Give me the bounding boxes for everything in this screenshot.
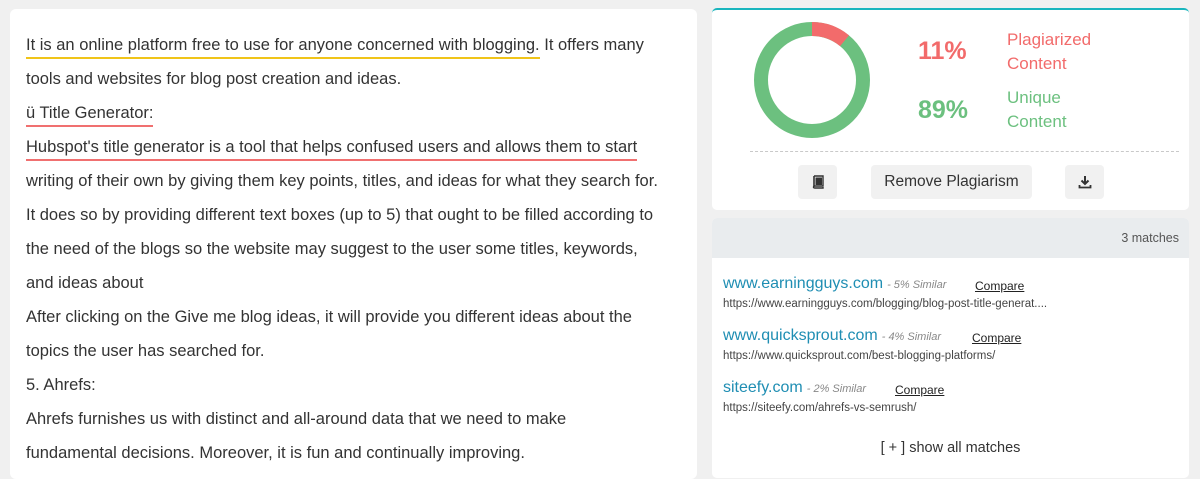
matches-count: 3 matches	[1121, 231, 1179, 245]
match-url[interactable]: https://www.quicksprout.com/best-bloggin…	[723, 350, 995, 362]
unique-label-line2: Content	[1007, 112, 1067, 131]
matches-panel: 3 matches www.earningguys.com - 5% Simila…	[712, 218, 1189, 478]
book-button[interactable]	[798, 165, 837, 199]
download-button[interactable]	[1065, 165, 1104, 199]
match-url[interactable]: https://siteefy.com/ahrefs-vs-semrush/	[723, 402, 916, 414]
text-line: It does so by providing different text b…	[26, 206, 654, 224]
text-line: the need of the blogs so the website may…	[26, 240, 638, 258]
matches-header: 3 matches	[712, 218, 1189, 258]
text-line: ü Title Generator:	[26, 96, 697, 130]
remove-plagiarism-button[interactable]: Remove Plagiarism	[871, 165, 1032, 199]
show-all-matches-link[interactable]: [ + ] show all matches	[712, 440, 1189, 456]
match-domain-link[interactable]: siteefy.com	[723, 379, 803, 396]
plagiarism-donut-chart	[754, 22, 870, 138]
text-line: writing of their own by giving them key …	[26, 172, 658, 190]
text-line: Hubspot's title generator is a tool that…	[26, 130, 697, 164]
divider	[750, 151, 1179, 152]
text-line: It is an online platform free to use for…	[26, 28, 697, 62]
text-line: tools and websites for blog post creatio…	[26, 70, 402, 88]
match-item: www.quicksprout.com - 4% Similar Compare …	[723, 327, 1021, 362]
match-similarity: - 2% Similar	[806, 383, 867, 395]
compare-link[interactable]: Compare	[972, 331, 1021, 345]
text-panel: It is an online platform free to use for…	[10, 9, 697, 479]
plagiarized-label-line2: Content	[1007, 54, 1067, 73]
match-domain-link[interactable]: www.quicksprout.com	[723, 327, 878, 344]
download-icon	[1078, 176, 1091, 189]
unique-arc	[754, 22, 870, 138]
plagiarized-sentence[interactable]: Hubspot's title generator is a tool that…	[26, 138, 638, 161]
unique-label: Unique Content	[1007, 86, 1067, 134]
match-item: siteefy.com - 2% Similar Compare https://…	[723, 379, 944, 414]
text-line: Ahrefs furnishes us with distinct and al…	[26, 410, 567, 428]
compare-link[interactable]: Compare	[895, 383, 944, 397]
match-item: www.earningguys.com - 5% Similar Compare …	[723, 275, 1047, 310]
text-line: fundamental decisions. Moreover, it is f…	[26, 444, 525, 462]
plagiarized-label: Plagiarized Content	[1007, 28, 1091, 76]
match-url[interactable]: https://www.earningguys.com/blogging/blo…	[723, 298, 1047, 310]
text-line: topics the user has searched for.	[26, 342, 265, 360]
plagiarized-label-line1: Plagiarized	[1007, 30, 1092, 49]
plagiarized-percent: 11%	[918, 37, 967, 65]
text-line: and ideas about	[26, 274, 144, 292]
text-line: After clicking on the Give me blog ideas…	[26, 308, 632, 326]
plagiarized-sentence[interactable]: ü Title Generator:	[26, 104, 154, 127]
plagiarism-summary-card: 11% Plagiarized Content 89% Unique Conte…	[712, 8, 1189, 210]
match-similarity: - 4% Similar	[881, 331, 942, 343]
highlight-sentence[interactable]: It is an online platform free to use for…	[26, 36, 540, 59]
match-similarity: - 5% Similar	[887, 279, 947, 291]
document-text: It is an online platform free to use for…	[10, 9, 697, 470]
unique-percent: 89%	[918, 96, 969, 124]
match-domain-link[interactable]: www.earningguys.com	[723, 275, 883, 292]
book-icon	[812, 175, 824, 189]
unique-label-line1: Unique	[1007, 88, 1061, 107]
text-line: 5. Ahrefs:	[26, 376, 96, 394]
compare-link[interactable]: Compare	[975, 279, 1024, 293]
text-fragment: It offers many	[539, 36, 644, 54]
